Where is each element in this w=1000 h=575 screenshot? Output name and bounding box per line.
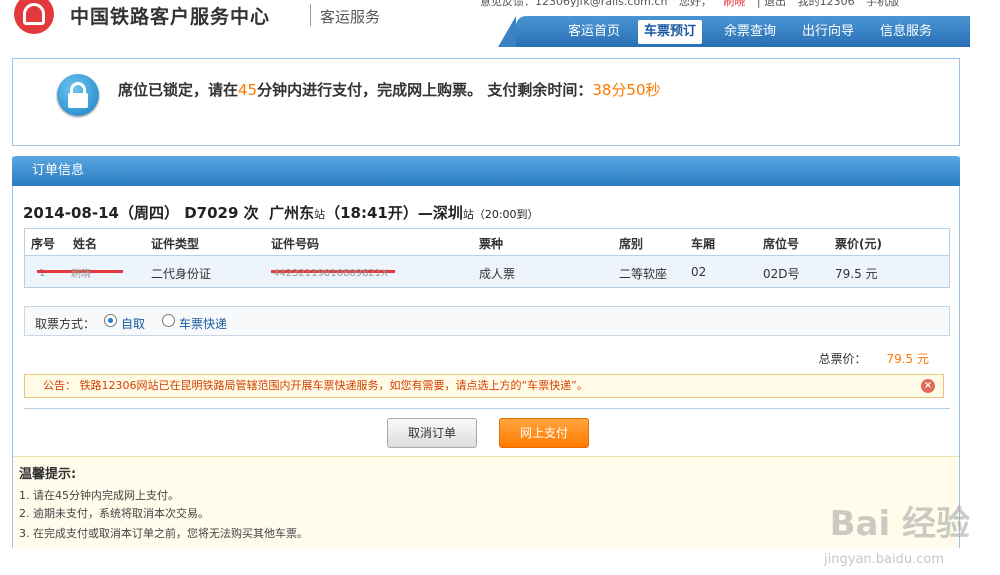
col-price: 票价(元): [835, 237, 882, 251]
col-index: 序号: [31, 237, 56, 251]
nav-home[interactable]: 客运首页: [562, 20, 626, 44]
order-panel: 订单信息 2014-08-14（周四） D7029 次 广州东站（18:41开）…: [12, 156, 960, 548]
row-id-type: 二代身份证: [151, 267, 212, 281]
pickup-label: 取票方式：: [35, 317, 96, 331]
trip-depart: （18:41开）: [325, 204, 418, 222]
logout-link[interactable]: | 退出: [757, 0, 786, 8]
trip-dash: —: [417, 204, 433, 222]
railway-logo-icon[interactable]: [14, 0, 54, 34]
notice-minutes: 45: [238, 81, 258, 99]
pay-online-button[interactable]: 网上支付: [499, 418, 589, 448]
row-price: 79.5 元: [835, 267, 878, 281]
brand-title: 中国铁路客户服务中心: [70, 6, 271, 28]
row-seat-no: 02D号: [763, 267, 800, 281]
row-name: 刷晓: [71, 269, 91, 280]
tips-title: 温馨提示:: [19, 467, 77, 482]
total-price: 总票价： 79.5 元: [818, 350, 929, 367]
table-header: 序号 姓名 证件类型 证件号码 票种 席别 车厢 席位号 票价(元): [25, 229, 949, 255]
mobile-link[interactable]: 手机版: [866, 0, 899, 8]
col-seat-no: 席位号: [763, 237, 800, 251]
main-nav: 客运首页 车票预订 余票查询 出行向导 信息服务: [498, 16, 970, 47]
watermark: Bai 经验: [829, 504, 970, 544]
announcement-text: 公告： 铁路12306网站已在昆明铁路局管辖范围内开展车票快递服务，如您有需要，…: [43, 379, 588, 392]
row-ticket-type: 成人票: [479, 267, 516, 281]
username-link[interactable]: 刷晓: [723, 0, 745, 8]
announcement-banner: 公告： 铁路12306网站已在昆明铁路局管辖范围内开展车票快递服务，如您有需要，…: [24, 374, 944, 398]
tip-item: 2. 逾期未支付，系统将取消本次交易。: [19, 507, 209, 520]
row-seat-class: 二等软座: [619, 267, 668, 281]
brand-subtitle: 客运服务: [320, 8, 381, 26]
tips-box: 温馨提示: 1. 请在45分钟内完成网上支付。 2. 逾期未支付，系统将取消本次…: [13, 456, 959, 548]
seat-locked-notice: 席位已锁定，请在45分钟内进行支付，完成网上购票。 支付剩余时间：38分50秒: [12, 58, 960, 146]
row-coach: 02: [691, 265, 707, 279]
greeting: 您好，: [678, 0, 712, 8]
my-12306-link[interactable]: 我的12306: [798, 0, 855, 8]
payment-countdown: 38分50秒: [592, 81, 661, 99]
site-header: 中国铁路客户服务中心 客运服务 意见反馈：12306yjfk@rails.com…: [0, 0, 1000, 48]
col-seat-class: 席别: [619, 237, 644, 251]
row-id-number: 44232119810809821X: [273, 268, 389, 279]
trip-to-suffix: 站: [462, 208, 474, 221]
passenger-table: 序号 姓名 证件类型 证件号码 票种 席别 车厢 席位号 票价(元) 1 刷晓 …: [24, 228, 950, 288]
watermark-url: jingyan.baidu.com: [824, 552, 944, 567]
tip-item: 1. 请在45分钟内完成网上支付。: [19, 489, 179, 502]
tip-item: 3. 在完成支付或取消本订单之前，您将无法购买其他车票。: [19, 527, 308, 540]
trip-arrive: （20:00到）: [473, 208, 539, 221]
cancel-order-button[interactable]: 取消订单: [387, 418, 477, 448]
trip-summary: 2014-08-14（周四） D7029 次 广州东站（18:41开）—深圳站（…: [23, 202, 539, 223]
nav-booking[interactable]: 车票预订: [638, 20, 703, 44]
notice-middle: 分钟内进行支付，完成网上购票。 支付剩余时间：: [257, 81, 593, 99]
col-id-type: 证件类型: [151, 237, 200, 251]
nav-travel-guide[interactable]: 出行向导: [796, 20, 860, 44]
trip-from-suffix: 站: [314, 208, 326, 221]
pickup-express-radio[interactable]: [162, 314, 175, 327]
pickup-self-label[interactable]: 自取: [121, 315, 145, 332]
close-icon[interactable]: ×: [921, 379, 935, 393]
panel-title: 订单信息: [12, 156, 960, 186]
pickup-method: 取票方式： 自取 车票快递: [24, 306, 950, 336]
trip-train: D7029 次: [184, 204, 259, 222]
notice-prefix: 席位已锁定，请在: [118, 81, 239, 99]
lock-icon: [57, 74, 99, 116]
trip-to: 深圳: [432, 204, 463, 222]
feedback-link[interactable]: 意见反馈：12306yjfk@rails.com.cn: [480, 0, 667, 8]
pickup-self-radio[interactable]: [104, 314, 117, 327]
top-links: 意见反馈：12306yjfk@rails.com.cn 您好， 刷晓 | 退出 …: [480, 0, 907, 9]
trip-from: 广州东: [269, 204, 315, 222]
total-label: 总票价：: [818, 352, 867, 366]
col-coach: 车厢: [691, 237, 716, 251]
total-amount: 79.5 元: [886, 352, 929, 366]
nav-info-service[interactable]: 信息服务: [874, 20, 938, 44]
notice-text: 席位已锁定，请在45分钟内进行支付，完成网上购票。 支付剩余时间：38分50秒: [118, 79, 661, 100]
brand-divider: [310, 4, 311, 26]
nav-remaining-tickets[interactable]: 余票查询: [718, 20, 782, 44]
col-name: 姓名: [73, 237, 98, 251]
pickup-express-label[interactable]: 车票快递: [179, 315, 227, 332]
table-row: 1 刷晓 二代身份证 44232119810809821X 成人票 二等软座 0…: [25, 255, 949, 287]
trip-date: 2014-08-14（周四）: [23, 204, 179, 222]
col-ticket-type: 票种: [479, 237, 504, 251]
col-id-number: 证件号码: [271, 237, 320, 251]
divider: [24, 408, 950, 409]
